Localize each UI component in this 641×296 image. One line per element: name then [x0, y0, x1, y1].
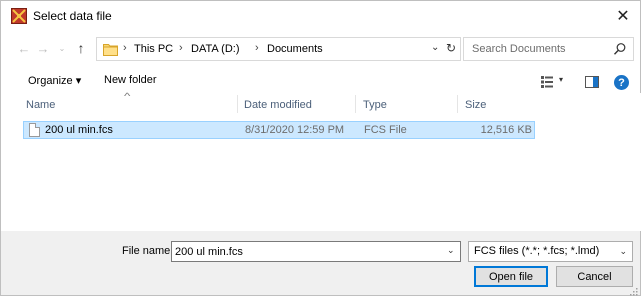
select-data-file-dialog: Select data file ✕ ← → ⌄ ↑ › This PC › D…: [0, 0, 641, 296]
recent-locations-button[interactable]: ⌄: [53, 39, 71, 57]
column-name[interactable]: Name: [26, 99, 55, 111]
title-bar: Select data file ✕: [1, 1, 640, 31]
file-list: ^ Name Date modified Type Size 200 ul mi…: [14, 91, 641, 231]
column-divider[interactable]: [237, 95, 238, 113]
refresh-icon[interactable]: ↻: [446, 41, 456, 55]
preview-pane-icon[interactable]: [585, 76, 599, 88]
help-icon[interactable]: ?: [614, 75, 629, 90]
resize-grip-icon[interactable]: [630, 285, 638, 296]
file-type-select[interactable]: FCS files (*.*; *.fcs; *.lmd) ⌄: [468, 241, 633, 262]
sort-ascending-icon: ^: [123, 91, 131, 101]
file-row[interactable]: 200 ul min.fcs 8/31/2020 12:59 PM FCS Fi…: [23, 121, 535, 139]
file-icon: [29, 123, 40, 137]
breadcrumb-data-drive[interactable]: DATA (D:): [191, 43, 239, 55]
folder-icon: [103, 42, 118, 56]
search-icon[interactable]: [613, 42, 627, 56]
dialog-footer: File name: ⌄ FCS files (*.*; *.fcs; *.lm…: [1, 231, 640, 296]
breadcrumb-separator: ›: [255, 42, 259, 54]
chevron-down-icon: ⌄: [619, 246, 627, 256]
close-button[interactable]: ✕: [606, 1, 640, 31]
view-options-icon[interactable]: [541, 76, 553, 88]
forward-button[interactable]: →: [34, 39, 52, 57]
file-name-dropdown-icon[interactable]: ⌄: [447, 245, 455, 256]
column-divider[interactable]: [355, 95, 356, 113]
cancel-button[interactable]: Cancel: [556, 266, 633, 287]
breadcrumb-separator: ›: [179, 42, 183, 54]
column-date-modified[interactable]: Date modified: [244, 99, 312, 111]
file-date-modified: 8/31/2020 12:59 PM: [245, 124, 345, 136]
column-header: ^ Name Date modified Type Size: [14, 91, 641, 115]
file-type-selected: FCS files (*.*; *.fcs; *.lmd): [474, 245, 600, 257]
app-icon: [11, 8, 27, 24]
search-box[interactable]: Search Documents: [463, 37, 634, 61]
column-size[interactable]: Size: [465, 99, 486, 111]
search-input[interactable]: Search Documents: [472, 43, 566, 55]
back-button[interactable]: ←: [15, 39, 33, 57]
file-name: 200 ul min.fcs: [45, 124, 113, 136]
open-file-button[interactable]: Open file: [474, 266, 548, 287]
breadcrumb-this-pc[interactable]: This PC: [134, 43, 173, 55]
address-dropdown-icon[interactable]: ⌄: [431, 42, 439, 53]
breadcrumb-documents[interactable]: Documents: [267, 43, 323, 55]
view-dropdown-icon[interactable]: ▾: [559, 75, 563, 84]
new-folder-button[interactable]: New folder: [104, 74, 157, 86]
column-divider[interactable]: [457, 95, 458, 113]
column-type[interactable]: Type: [363, 99, 387, 111]
file-name-input[interactable]: [171, 241, 461, 262]
file-type: FCS File: [364, 124, 407, 136]
address-row: ← → ⌄ ↑ › This PC › DATA (D:) › Document…: [1, 36, 640, 62]
breadcrumb-separator: ›: [123, 42, 127, 54]
up-button[interactable]: ↑: [72, 39, 90, 57]
file-name-label: File name:: [122, 245, 174, 257]
file-size: 12,516 KB: [480, 124, 532, 136]
command-toolbar: Organize ▾ New folder ▾ ?: [1, 69, 640, 95]
organize-button[interactable]: Organize ▾: [28, 74, 81, 87]
window-title: Select data file: [33, 9, 112, 23]
address-bar[interactable]: › This PC › DATA (D:) › Documents ⌄ ↻: [96, 37, 461, 61]
